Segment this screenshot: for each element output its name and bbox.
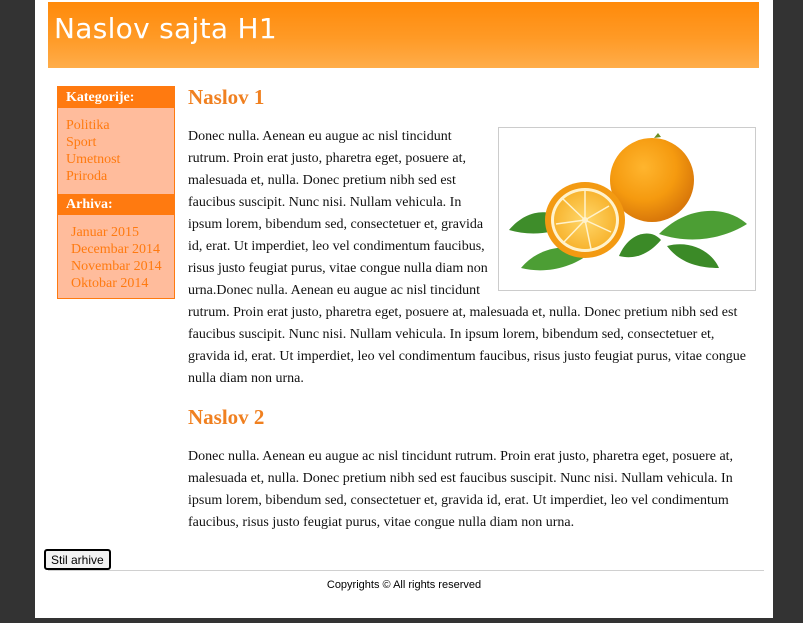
archive-style-button[interactable]: Stil arhive: [44, 549, 111, 570]
main-content: Naslov 1 Donec nulla. Aenean eu augue ac…: [188, 83, 756, 534]
site-title: Naslov sajta H1: [54, 12, 278, 45]
article-2-text: Donec nulla. Aenean eu augue ac nisl tin…: [188, 449, 734, 530]
orange-illustration: [509, 133, 747, 271]
category-link-priroda[interactable]: Priroda: [66, 168, 174, 185]
sidebar: Kategorije: Politika Sport Umetnost Prir…: [57, 86, 175, 299]
archive-link-novembar-2014[interactable]: Novembar 2014: [71, 258, 174, 275]
article-2-heading: Naslov 2: [188, 405, 265, 429]
footer-copyright: Copyrights © All rights reserved: [326, 579, 482, 591]
page-container: Naslov sajta H1 Kategorije: Politika Spo…: [35, 0, 773, 618]
archive-link-oktobar-2014[interactable]: Oktobar 2014: [71, 275, 174, 292]
archive-link-decembar-2014[interactable]: Decembar 2014: [71, 241, 174, 258]
orange-image: [498, 127, 756, 291]
categories-list: Politika Sport Umetnost Priroda: [58, 108, 174, 194]
category-link-sport[interactable]: Sport: [66, 134, 174, 151]
category-link-umetnost[interactable]: Umetnost: [66, 151, 174, 168]
category-link-politika[interactable]: Politika: [66, 117, 174, 134]
archive-list: Januar 2015 Decembar 2014 Novembar 2014 …: [58, 215, 174, 298]
archive-link-januar-2015[interactable]: Januar 2015: [71, 224, 174, 241]
article-1-heading: Naslov 1: [188, 85, 265, 109]
site-header: Naslov sajta H1: [48, 2, 759, 68]
archive-heading: Arhiva:: [58, 194, 174, 215]
categories-heading: Kategorije:: [58, 87, 174, 108]
footer-divider: [48, 570, 764, 571]
